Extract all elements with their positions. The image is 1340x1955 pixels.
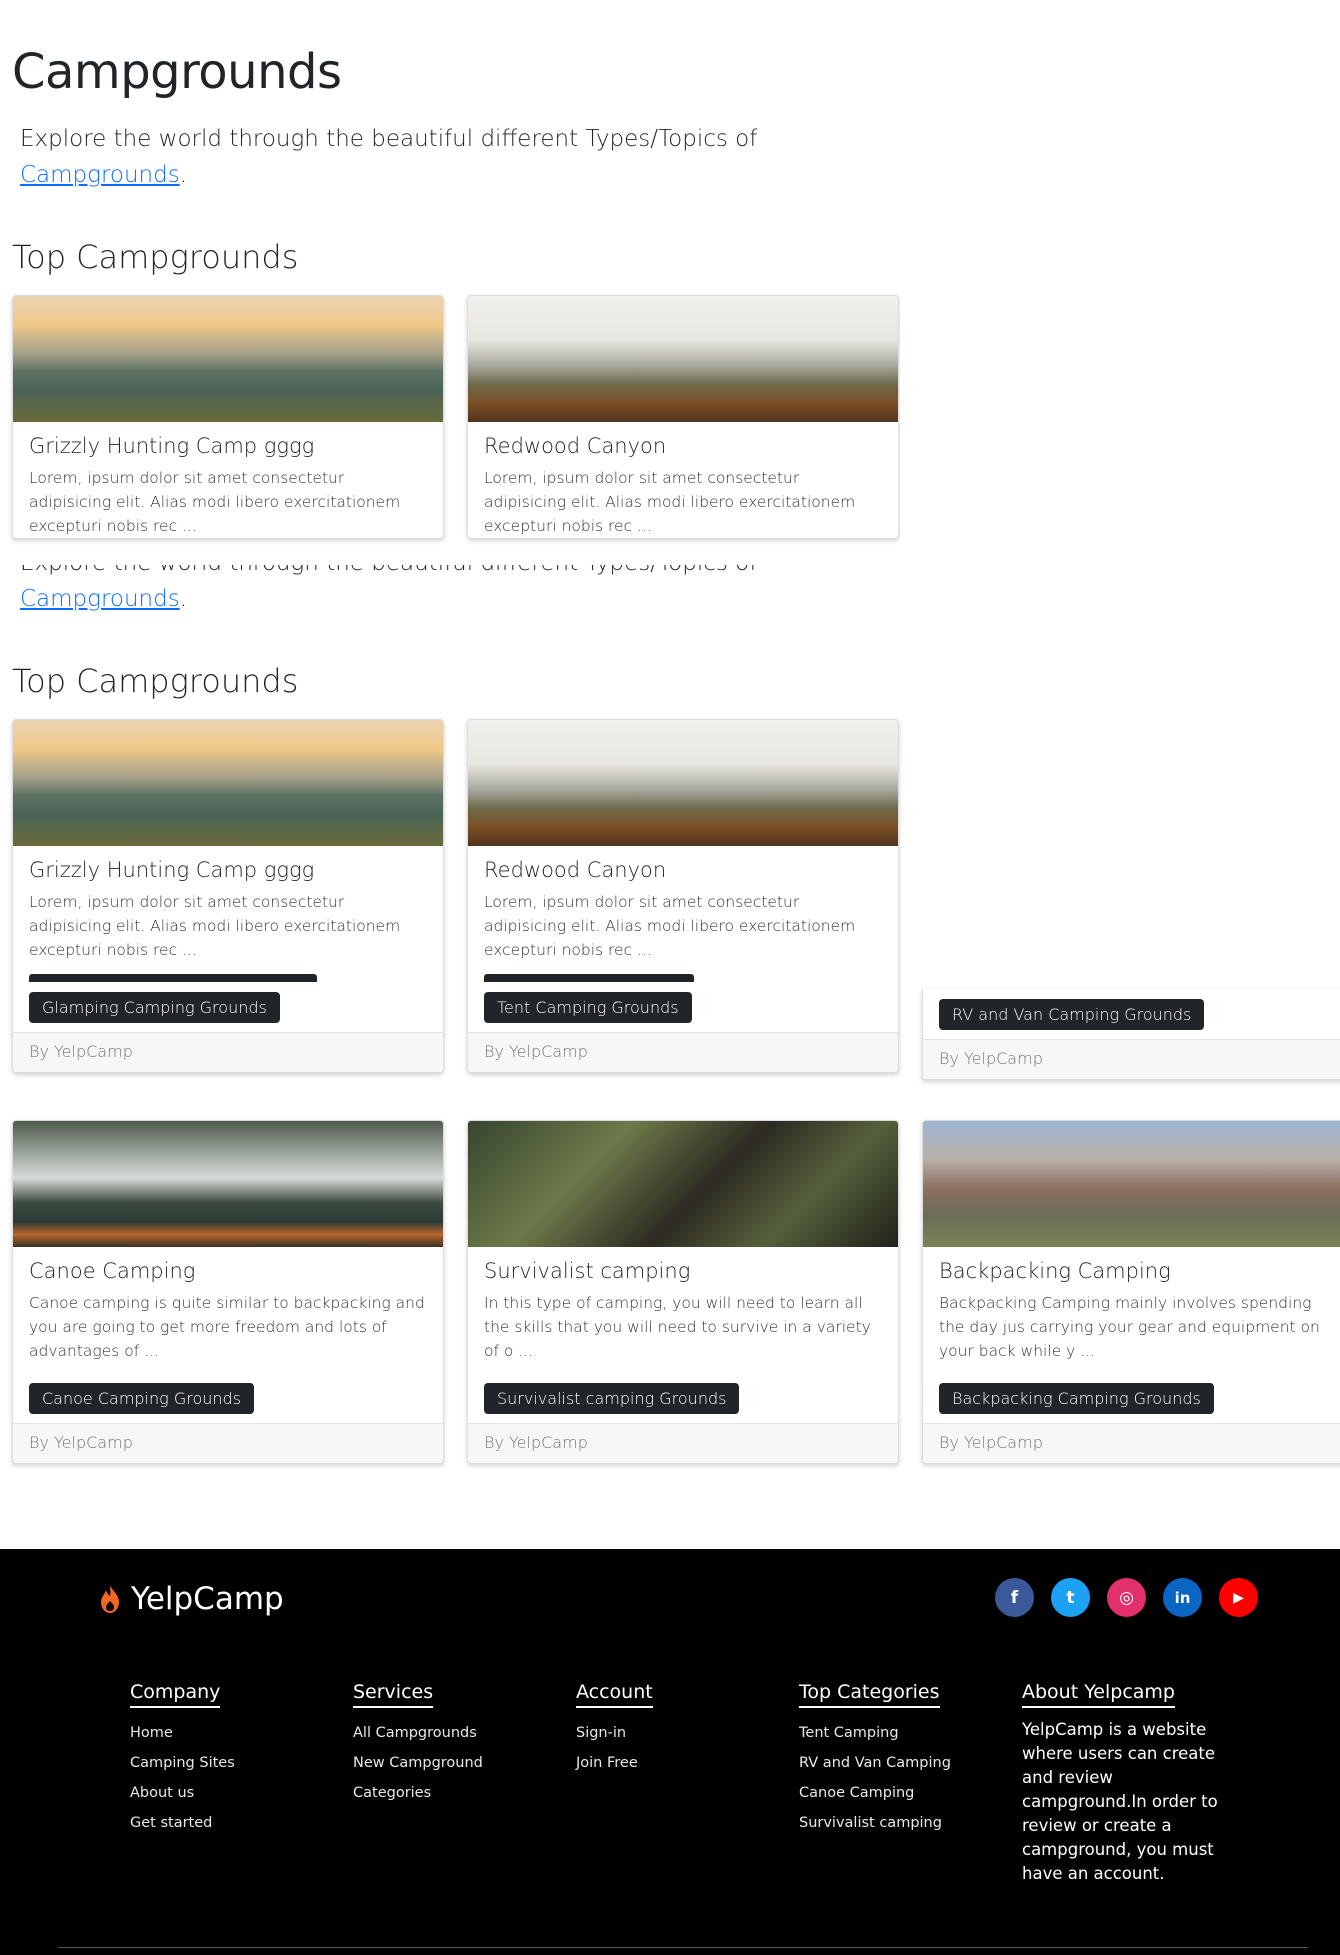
site-footer: YelpCamp f t ◎ in ▶ Company Home Camping… [0, 1549, 1340, 1955]
footer-column-services: Services All Campgrounds New Campground … [353, 1681, 483, 1808]
card-text: Lorem, ipsum dolor sit amet consectetur … [29, 469, 401, 535]
glamping-grounds-button[interactable]: Glamping Camping Grounds [29, 992, 280, 1023]
button-stub [29, 974, 317, 982]
card-image [13, 296, 443, 422]
footer-link-get-started[interactable]: Get started [130, 1808, 235, 1838]
card-text: Lorem, ipsum dolor sit amet consectetur … [484, 893, 856, 959]
tent-grounds-button[interactable]: Tent Camping Grounds [484, 992, 692, 1023]
card-title: Redwood Canyon [484, 858, 667, 882]
card-title: Canoe Camping [29, 1259, 196, 1283]
campground-card[interactable]: Redwood Canyon Lorem, ipsum dolor sit am… [467, 295, 899, 539]
survivalist-grounds-button[interactable]: Survivalist camping Grounds [484, 1383, 740, 1414]
campground-card[interactable]: Backpacking Camping Backpacking Camping … [922, 1120, 1340, 1464]
campground-card[interactable]: Redwood Canyon Lorem, ipsum dolor sit am… [467, 719, 899, 1073]
footer-column-about: About Yelpcamp YelpCamp is a website whe… [1022, 1681, 1222, 1886]
card-text: Lorem, ipsum dolor sit amet consectetur … [484, 469, 856, 535]
campgrounds-link[interactable]: Campgrounds [20, 162, 180, 188]
footer-link-survivalist[interactable]: Survivalist camping [799, 1808, 951, 1838]
flame-icon [101, 1585, 119, 1613]
footer-column-account: Account Sign-in Join Free [576, 1681, 653, 1778]
footer-link-all-campgrounds[interactable]: All Campgrounds [353, 1718, 483, 1748]
card-image [468, 1121, 898, 1247]
button-stub [484, 974, 694, 982]
footer-divider [58, 1947, 1308, 1948]
card-text: Backpacking Camping mainly involves spen… [939, 1294, 1320, 1360]
card-image [923, 1121, 1340, 1247]
linkedin-icon[interactable]: in [1163, 1578, 1202, 1617]
card-footer: By YelpCamp [923, 1039, 1340, 1079]
campgrounds-link[interactable]: Campgrounds [20, 586, 180, 612]
footer-column-categories: Top Categories Tent Camping RV and Van C… [799, 1681, 951, 1838]
social-links: f t ◎ in ▶ [995, 1578, 1258, 1617]
card-title: Grizzly Hunting Camp gggg [29, 434, 315, 458]
card-title: Grizzly Hunting Camp gggg [29, 858, 315, 882]
card-image [468, 720, 898, 846]
canoe-grounds-button[interactable]: Canoe Camping Grounds [29, 1383, 255, 1414]
footer-link-home[interactable]: Home [130, 1718, 235, 1748]
column-title: Company [130, 1681, 221, 1708]
card-footer: By YelpCamp [468, 1423, 898, 1463]
footer-link-sign-in[interactable]: Sign-in [576, 1718, 653, 1748]
about-text: YelpCamp is a website where users can cr… [1022, 1720, 1218, 1883]
card-footer: By YelpCamp [468, 1032, 898, 1072]
card-image [13, 1121, 443, 1247]
campground-card[interactable]: Grizzly Hunting Camp gggg Lorem, ipsum d… [12, 295, 444, 539]
footer-brand[interactable]: YelpCamp [97, 1581, 284, 1617]
card-image [468, 296, 898, 422]
top-overlay-region: Explore the world through the beautiful … [0, 0, 900, 565]
footer-link-about[interactable]: About us [130, 1778, 235, 1808]
intro-text: Explore the world through the beautiful … [20, 126, 758, 188]
campground-card[interactable]: Canoe Camping Canoe camping is quite sim… [12, 1120, 444, 1464]
card-text: Lorem, ipsum dolor sit amet consectetur … [29, 893, 401, 959]
footer-column-company: Company Home Camping Sites About us Get … [130, 1681, 235, 1838]
footer-link-categories[interactable]: Categories [353, 1778, 483, 1808]
footer-link-new-campground[interactable]: New Campground [353, 1748, 483, 1778]
section-title: Top Campgrounds [12, 238, 299, 276]
card-text: Canoe camping is quite similar to backpa… [29, 1294, 425, 1360]
card-footer: By YelpCamp [923, 1423, 1340, 1463]
footer-link-tent[interactable]: Tent Camping [799, 1718, 951, 1748]
card-image [13, 720, 443, 846]
twitter-icon[interactable]: t [1051, 1578, 1090, 1617]
footer-link-join-free[interactable]: Join Free [576, 1748, 653, 1778]
column-title: Account [576, 1681, 653, 1708]
rv-van-grounds-button[interactable]: RV and Van Camping Grounds [939, 999, 1205, 1030]
campground-card[interactable]: Grizzly Hunting Camp gggg Lorem, ipsum d… [12, 719, 444, 1073]
campground-card-partial[interactable]: RV and Van Camping Grounds By YelpCamp [922, 989, 1340, 1080]
youtube-icon[interactable]: ▶ [1219, 1578, 1258, 1617]
footer-link-canoe[interactable]: Canoe Camping [799, 1778, 951, 1808]
column-title: Top Categories [799, 1681, 940, 1708]
campground-card[interactable]: Survivalist camping In this type of camp… [467, 1120, 899, 1464]
card-text: In this type of camping, you will need t… [484, 1294, 871, 1360]
card-footer: By YelpCamp [13, 1423, 443, 1463]
section-title: Top Campgrounds [12, 662, 299, 700]
brand-name: YelpCamp [131, 1581, 284, 1617]
card-title: Backpacking Camping [939, 1259, 1171, 1283]
column-title: Services [353, 1681, 434, 1708]
card-footer: By YelpCamp [13, 1032, 443, 1072]
footer-link-camping-sites[interactable]: Camping Sites [130, 1748, 235, 1778]
column-title: About Yelpcamp [1022, 1681, 1175, 1708]
card-title: Redwood Canyon [484, 434, 667, 458]
backpacking-grounds-button[interactable]: Backpacking Camping Grounds [939, 1383, 1214, 1414]
footer-link-rv-van[interactable]: RV and Van Camping [799, 1748, 951, 1778]
instagram-icon[interactable]: ◎ [1107, 1578, 1146, 1617]
card-title: Survivalist camping [484, 1259, 691, 1283]
facebook-icon[interactable]: f [995, 1578, 1034, 1617]
